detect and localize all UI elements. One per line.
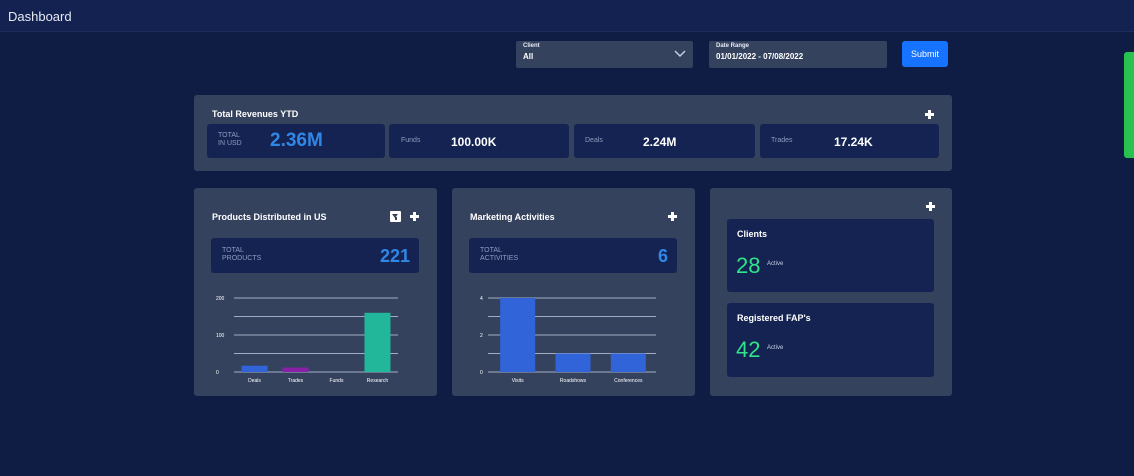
kpi-funds-label: Funds — [401, 137, 421, 144]
x-tick-label: Trades — [288, 378, 304, 384]
revenues-title: Total Revenues YTD — [212, 109, 299, 119]
client-select-value: All — [523, 52, 534, 61]
x-tick-label: Research — [367, 378, 389, 384]
x-tick-label: Deals — [248, 378, 261, 384]
total-activities-label-2: ACTIVITIES — [480, 255, 519, 262]
clients-count: 28 — [736, 253, 761, 278]
add-icon[interactable] — [668, 212, 677, 221]
y-tick-label: 2 — [480, 333, 483, 339]
total-products-value: 221 — [379, 246, 410, 266]
bar-conferences[interactable] — [610, 353, 646, 373]
client-select[interactable]: Client All — [516, 41, 693, 68]
add-icon[interactable] — [926, 202, 935, 211]
kpi-deals-label: Deals — [585, 137, 603, 144]
clients-card[interactable]: Clients 28 Active — [727, 219, 934, 292]
client-select-label: Client — [523, 43, 540, 49]
x-tick-label: Visits — [512, 378, 524, 384]
kpi-trades-label: Trades — [771, 137, 793, 144]
x-tick-label: Funds — [330, 378, 344, 384]
bar-roadshows[interactable] — [555, 353, 591, 373]
total-activities-label: TOTAL ACTIVITIES — [480, 247, 540, 263]
page-title: Dashboard — [8, 9, 72, 24]
kpi-total-value: 2.36M — [270, 130, 323, 151]
bar-visits[interactable] — [500, 298, 536, 372]
filter-icon[interactable] — [390, 211, 401, 222]
total-products-label-1: TOTAL — [222, 247, 244, 254]
y-tick-label: 0 — [216, 370, 219, 376]
marketing-chart: 0 2 4 Visits Roadshows Conferences — [480, 296, 656, 384]
faps-label: Registered FAP's — [737, 313, 811, 323]
total-activities-label-1: TOTAL — [480, 247, 502, 254]
faps-count: 42 — [736, 337, 761, 362]
kpi-deals: Deals 2.24M — [574, 124, 755, 158]
total-activities-value: 6 — [657, 246, 668, 266]
kpi-trades: Trades 17.24K — [760, 124, 939, 158]
add-icon[interactable] — [925, 110, 934, 119]
total-activities-box: TOTAL ACTIVITIES 6 — [469, 238, 677, 273]
kpi-funds-value: 100.00K — [451, 135, 497, 149]
kpi-trades-value: 17.24K — [834, 135, 873, 149]
total-products-label: TOTAL PRODUCTS — [222, 247, 282, 263]
kpi-total-label-1: TOTAL — [218, 132, 240, 139]
y-tick-label: 0 — [480, 370, 483, 376]
x-tick-label: Conferences — [614, 378, 643, 384]
add-icon[interactable] — [410, 212, 419, 221]
kpi-total-label-2: IN USD — [218, 140, 242, 147]
bar-deals[interactable] — [241, 365, 268, 372]
kpi-total-usd: TOTAL IN USD 2.36M — [207, 124, 385, 158]
date-range-value: 01/01/2022 - 07/08/2022 — [716, 52, 804, 61]
bar-trades[interactable] — [282, 367, 309, 372]
top-bar: Dashboard — [0, 0, 1134, 32]
total-products-label-2: PRODUCTS — [222, 255, 262, 262]
kpi-funds: Funds 100.00K — [389, 124, 569, 158]
faps-status: Active — [767, 345, 784, 351]
y-tick-label: 4 — [480, 296, 483, 302]
clients-status: Active — [767, 261, 784, 267]
date-range-label: Date Range — [716, 43, 750, 49]
bar-research[interactable] — [364, 312, 391, 372]
products-chart: 0 100 200 Deals Trades Funds Research — [216, 296, 398, 384]
y-tick-label: 200 — [216, 296, 225, 302]
products-title: Products Distributed in US — [212, 212, 327, 222]
total-products-box: TOTAL PRODUCTS 221 — [211, 238, 419, 273]
submit-button[interactable]: Submit — [902, 41, 948, 67]
date-range-input[interactable]: Date Range 01/01/2022 - 07/08/2022 — [709, 41, 887, 68]
kpi-deals-value: 2.24M — [643, 135, 677, 149]
clients-label: Clients — [737, 229, 768, 239]
x-tick-label: Roadshows — [560, 378, 587, 384]
faps-card[interactable]: Registered FAP's 42 Active — [727, 303, 934, 377]
side-tab[interactable] — [1124, 52, 1134, 158]
y-tick-label: 100 — [216, 333, 225, 339]
marketing-title: Marketing Activities — [470, 212, 555, 222]
chevron-down-icon — [674, 50, 686, 57]
